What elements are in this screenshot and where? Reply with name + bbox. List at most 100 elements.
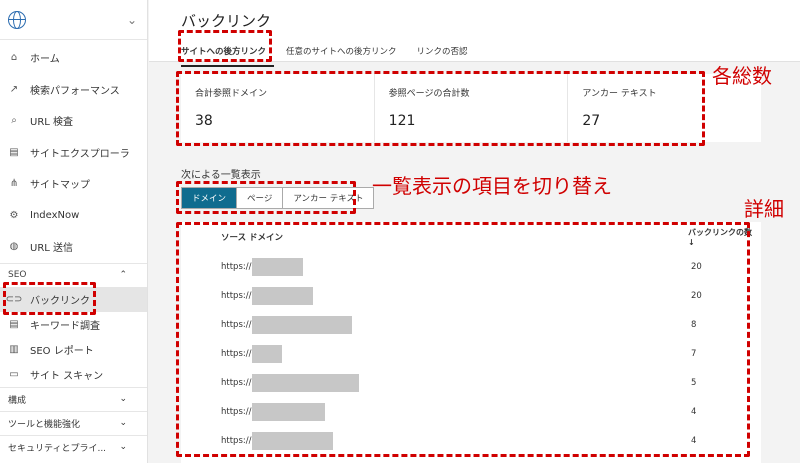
table-row[interactable]: https:// 4 (181, 397, 761, 426)
backlink-count-cell: 4 (691, 406, 697, 417)
backlink-count-cell: 5 (691, 377, 697, 388)
toggle-page[interactable]: ページ (237, 188, 284, 208)
sidebar-item-search-performance[interactable]: ↗ 検索パフォーマンス (0, 74, 147, 106)
chevron-down-icon[interactable]: ⌄ (127, 13, 137, 27)
sidebar-item-site-scan[interactable]: ▭ サイト スキャン (0, 362, 147, 387)
list-caption: 次による一覧表示 (181, 170, 261, 181)
url-prefix: https:// (221, 319, 252, 330)
backlink-count-cell: 20 (691, 261, 702, 272)
stat-label: 合計参照ドメイン (195, 89, 268, 99)
table-header: ソース ドメイン バックリンクの数 ↓ (181, 222, 761, 252)
sidebar-section-seo[interactable]: SEO ⌃ (0, 262, 147, 287)
stat-value: 27 (582, 113, 601, 129)
sidebar-item-label: ホーム (30, 54, 60, 66)
backlink-count-cell: 4 (691, 435, 697, 446)
section-label: 構成 (8, 395, 27, 406)
tab-disavow[interactable]: リンクの否認 (417, 41, 476, 67)
sidebar-section-security[interactable]: セキュリティとプライ... ⌄ (0, 434, 147, 459)
tab-bar: サイトへの後方リンク 任意のサイトへの後方リンク リンクの否認 (181, 41, 800, 67)
sidebar-item-label: サイトマップ (30, 180, 90, 192)
sidebar-item-label: サイト スキャン (30, 370, 104, 382)
table-row[interactable]: https:// 8 (181, 310, 761, 339)
sidebar-item-label: SEO レポート (30, 345, 94, 357)
table-row[interactable]: https:// 5 (181, 368, 761, 397)
sidebar-section-config[interactable]: 構成 ⌄ (0, 386, 147, 411)
trend-icon: ↗ (9, 83, 19, 95)
table-row[interactable]: https:// 20 (181, 281, 761, 310)
backlink-table: ソース ドメイン バックリンクの数 ↓ https:// 20 https:// 20… (181, 222, 761, 463)
redacted-domain (252, 257, 304, 276)
report-icon: ▥ (9, 343, 19, 355)
section-label: SEO (8, 270, 27, 280)
redacted-domain (252, 286, 314, 305)
scan-icon: ▭ (9, 368, 19, 380)
url-prefix: https:// (221, 435, 252, 446)
source-domain-cell[interactable]: https:// (181, 286, 691, 305)
toggle-anchor-text[interactable]: アンカー テキスト (283, 188, 373, 208)
column-header-count[interactable]: バックリンクの数 ↓ (688, 227, 761, 247)
sidebar-section-tools[interactable]: ツールと機能強化 ⌄ (0, 410, 147, 435)
stats-panel: 合計参照ドメイン 38 参照ページの合計数 121 アンカー テキスト 27 (181, 74, 761, 142)
table-row[interactable]: https:// 4 (181, 426, 761, 455)
sidebar-item-label: URL 検査 (30, 117, 74, 129)
document-icon: ▤ (9, 146, 19, 158)
toggle-domain[interactable]: ドメイン (182, 188, 238, 208)
sidebar-item-url-inspection[interactable]: ⌕ URL 検査 (0, 105, 147, 137)
stat-label: 参照ページの合計数 (388, 89, 470, 99)
tab-any-site-backlinks[interactable]: 任意のサイトへの後方リンク (286, 41, 405, 67)
globe-icon: ◍ (9, 241, 19, 253)
sidebar-item-label: IndexNow (30, 209, 80, 221)
search-icon: ⌕ (11, 115, 17, 127)
column-header-source[interactable]: ソース ドメイン (181, 231, 688, 243)
sidebar-item-label: URL 送信 (30, 243, 74, 255)
redacted-domain (252, 431, 334, 450)
section-label: ツールと機能強化 (8, 419, 81, 430)
table-row[interactable]: https:// 7 (181, 339, 761, 368)
backlink-count-cell: 7 (691, 348, 697, 359)
redacted-domain (252, 315, 353, 334)
source-domain-cell[interactable]: https:// (181, 315, 691, 334)
stat-referring-pages: 参照ページの合計数 121 (375, 74, 569, 142)
source-domain-cell[interactable]: https:// (181, 257, 691, 276)
sidebar-item-keyword-research[interactable]: ▤ キーワード調査 (0, 312, 147, 337)
chevron-up-icon: ⌃ (119, 270, 127, 280)
url-prefix: https:// (221, 406, 252, 417)
stat-referring-domains: 合計参照ドメイン 38 (181, 74, 375, 142)
sidebar-item-sitemap[interactable]: ⋔ サイトマップ (0, 168, 147, 200)
table-row[interactable]: https:// 20 (181, 252, 761, 281)
document-icon: ▤ (9, 318, 19, 330)
sidebar-item-indexnow[interactable]: ⚙ IndexNow (0, 200, 147, 232)
gear-icon: ⚙ (9, 209, 19, 221)
sidebar-item-backlinks[interactable]: ⊂⊃ バックリンク (0, 286, 147, 312)
page-header: バックリンク サイトへの後方リンク 任意のサイトへの後方リンク リンクの否認 (149, 0, 800, 67)
chevron-down-icon: ⌄ (119, 418, 127, 428)
sidebar-item-seo-report[interactable]: ▥ SEO レポート (0, 337, 147, 362)
home-icon: ⌂ (10, 52, 18, 64)
tab-site-backlinks[interactable]: サイトへの後方リンク (181, 41, 275, 67)
table-body: https://20 https://20 https://8 https://7 ht… (181, 252, 761, 455)
sidebar-item-site-explorer[interactable]: ▤ サイトエクスプローラ (0, 137, 147, 169)
sidebar-item-home[interactable]: ⌂ ホーム (0, 42, 147, 74)
page-title: バックリンク (181, 12, 272, 30)
globe-icon[interactable] (8, 10, 26, 29)
main-content: バックリンク サイトへの後方リンク 任意のサイトへの後方リンク リンクの否認 合… (149, 0, 800, 463)
annotation-details: 詳細 (744, 197, 784, 221)
source-domain-cell[interactable]: https:// (181, 373, 691, 392)
sidebar: ⌄ ⌂ ホーム ↗ 検索パフォーマンス ⌕ URL 検査 ▤ サイトエクスプローラ ⋔ サ… (0, 0, 148, 463)
sitemap-icon: ⋔ (9, 178, 19, 190)
sidebar-item-url-submit[interactable]: ◍ URL 送信 (0, 231, 147, 263)
sidebar-item-label: サイトエクスプローラ (30, 148, 130, 160)
redacted-domain (252, 344, 283, 363)
url-prefix: https:// (221, 348, 252, 359)
sidebar-header: ⌄ (0, 0, 147, 40)
section-label: セキュリティとプライ... (8, 443, 107, 454)
stat-value: 38 (195, 113, 213, 129)
redacted-domain (252, 402, 326, 421)
annotation-totals: 各総数 (712, 64, 772, 88)
chevron-down-icon: ⌄ (119, 442, 127, 452)
view-toggle: ドメイン ページ アンカー テキスト (181, 187, 375, 209)
source-domain-cell[interactable]: https:// (181, 431, 691, 450)
source-domain-cell[interactable]: https:// (181, 344, 691, 363)
redacted-domain (252, 373, 360, 392)
source-domain-cell[interactable]: https:// (181, 402, 691, 421)
